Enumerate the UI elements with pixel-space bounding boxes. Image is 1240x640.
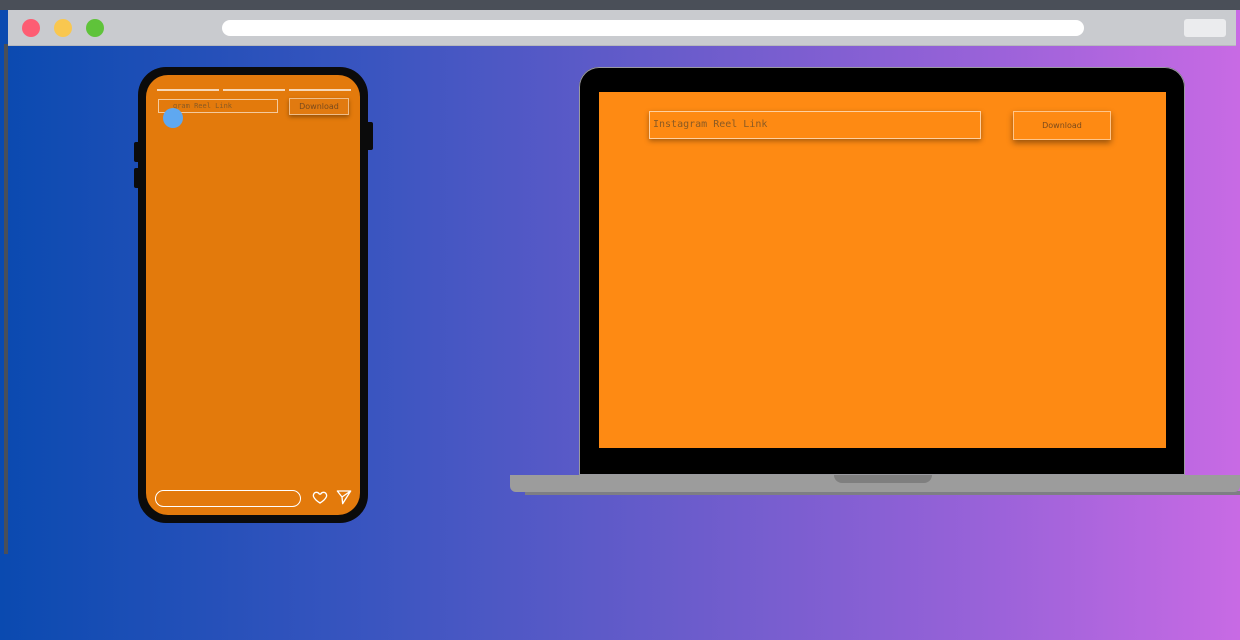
phone-mockup: gram Reel Link Download xyxy=(138,67,368,523)
toolbar-button[interactable] xyxy=(1184,19,1226,37)
minimize-button[interactable] xyxy=(54,19,72,37)
browser-left-edge xyxy=(4,44,8,554)
cursor-indicator xyxy=(163,108,183,128)
phone-screen: gram Reel Link Download xyxy=(146,75,360,515)
story-progress-segment xyxy=(157,89,219,91)
laptop-reel-link-input[interactable]: Instagram Reel Link xyxy=(649,111,981,139)
browser-toolbar xyxy=(8,10,1236,46)
story-progress-segment xyxy=(289,89,351,91)
story-progress-segment xyxy=(223,89,285,91)
laptop-screen: Instagram Reel Link Download xyxy=(599,92,1166,448)
top-strip xyxy=(0,0,1240,10)
heart-icon[interactable] xyxy=(312,489,328,505)
laptop-download-button[interactable]: Download xyxy=(1013,111,1111,140)
address-bar[interactable] xyxy=(222,20,1084,36)
close-button[interactable] xyxy=(22,19,40,37)
maximize-button[interactable] xyxy=(86,19,104,37)
phone-message-input[interactable] xyxy=(155,490,301,507)
phone-reel-link-placeholder: gram Reel Link xyxy=(173,102,233,110)
laptop-notch xyxy=(834,475,932,483)
send-icon[interactable] xyxy=(336,489,352,505)
laptop-reel-link-placeholder: Instagram Reel Link xyxy=(653,119,768,130)
phone-download-button[interactable]: Download xyxy=(289,98,349,115)
